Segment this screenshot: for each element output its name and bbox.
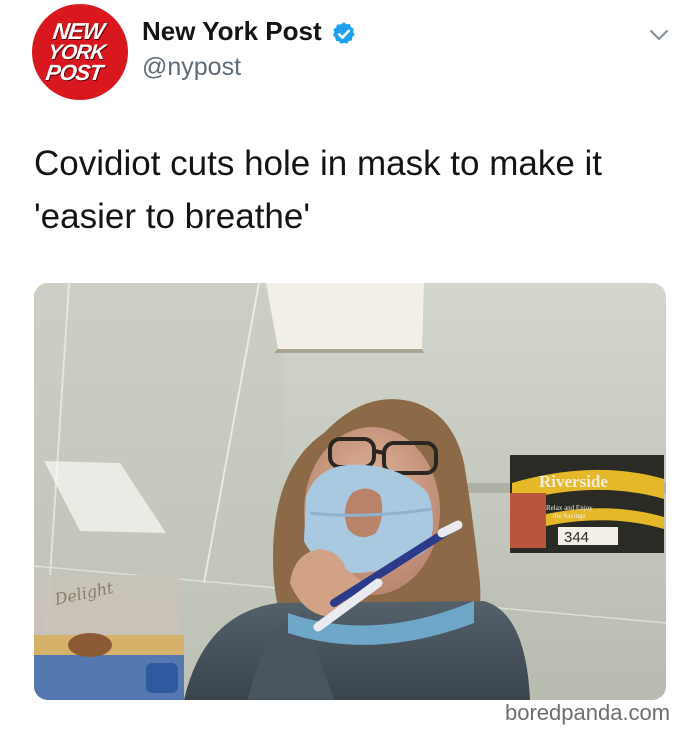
- sign-title: Riverside: [539, 472, 608, 491]
- avatar[interactable]: NEW YORK POST: [32, 4, 128, 100]
- sign-subtitle: Relax and Enjoy: [546, 504, 593, 512]
- tweet-card: NEW YORK POST New York Post @nypost Covi…: [0, 0, 700, 734]
- tweet-text: Covidiot cuts hole in mask to make it 'e…: [34, 137, 674, 243]
- chevron-down-icon[interactable]: [648, 27, 670, 43]
- avatar-logo-line: NEW: [50, 18, 106, 44]
- handle[interactable]: @nypost: [142, 53, 241, 82]
- watermark: boredpanda.com: [505, 700, 671, 725]
- tweet-photo[interactable]: Riverside Relax and Enjoy the Savings 34…: [34, 283, 666, 700]
- avatar-logo-line: POST: [44, 60, 104, 85]
- sign-number: 344: [564, 529, 589, 546]
- display-name[interactable]: New York Post: [142, 16, 322, 47]
- tweet-text-line: 'easier to breathe': [34, 197, 311, 236]
- sign-subtitle: the Savings: [553, 512, 586, 520]
- photo-illustration: Riverside Relax and Enjoy the Savings 34…: [34, 283, 666, 700]
- verified-badge-icon: [332, 22, 355, 44]
- tweet-text-line: Covidiot cuts hole in mask to make it: [34, 144, 603, 183]
